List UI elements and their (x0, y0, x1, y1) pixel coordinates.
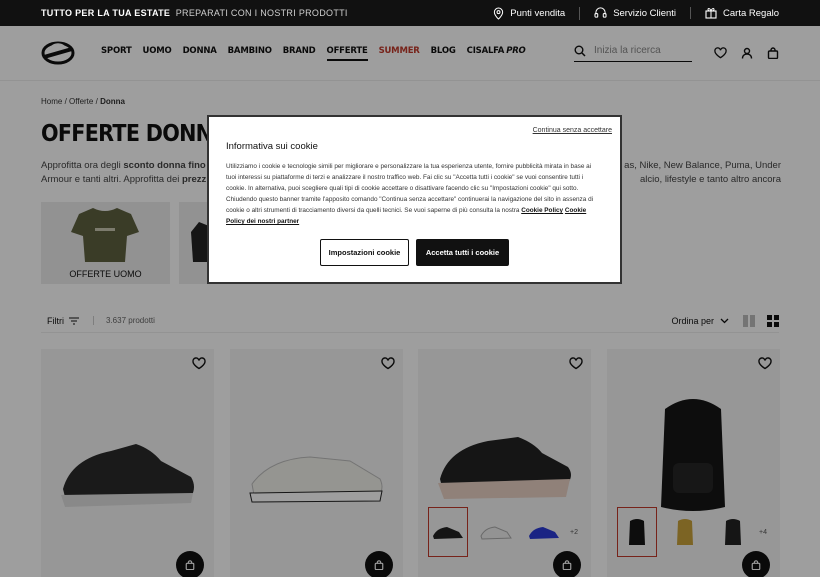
modal-backdrop (0, 26, 820, 577)
gift-card-label: Carta Regalo (723, 7, 779, 19)
location-pin-icon (494, 6, 504, 20)
cookie-dialog-body: Utilizziamo i cookie e tecnologie simili… (226, 161, 603, 227)
top-announcement-bar: TUTTO PER LA TUA ESTATE PREPARATI CON I … (0, 0, 820, 26)
customer-service-link[interactable]: Servizio Clienti (580, 7, 692, 19)
continue-without-accepting-link[interactable]: Continua senza accettare (533, 127, 612, 134)
gift-card-link[interactable]: Carta Regalo (691, 7, 779, 19)
store-locator-link[interactable]: Punti vendita (479, 6, 581, 20)
store-locator-label: Punti vendita (510, 7, 566, 19)
accept-all-cookies-button[interactable]: Accetta tutti i cookie (416, 239, 509, 266)
cookie-policy-link[interactable]: Cookie Policy (521, 207, 563, 214)
promo-text: TUTTO PER LA TUA ESTATE PREPARATI CON I … (41, 8, 348, 18)
cookie-consent-dialog: Continua senza accettare Informativa sui… (207, 115, 622, 284)
gift-icon (705, 8, 717, 19)
customer-service-label: Servizio Clienti (613, 7, 677, 19)
cookie-dialog-title: Informativa sui cookie (226, 141, 318, 152)
promo-sub: PREPARATI CON I NOSTRI PRODOTTI (175, 8, 348, 18)
headset-icon (594, 7, 607, 18)
cookie-settings-button[interactable]: Impostazioni cookie (320, 239, 409, 266)
promo-bold: TUTTO PER LA TUA ESTATE (41, 8, 171, 18)
